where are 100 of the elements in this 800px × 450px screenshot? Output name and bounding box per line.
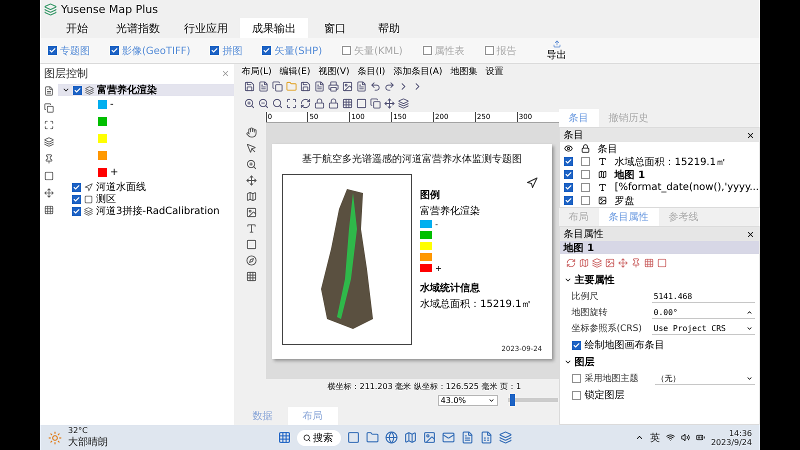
taskbar-app-icon[interactable] bbox=[442, 431, 455, 444]
tool-icon[interactable] bbox=[246, 191, 258, 202]
taskbar-app-icon[interactable] bbox=[385, 431, 398, 444]
checkbox[interactable] bbox=[572, 374, 581, 383]
item-row[interactable]: 地图 1 bbox=[560, 168, 759, 181]
editor-menu-item[interactable]: 布局(L) bbox=[242, 64, 272, 78]
toolbar-icon[interactable] bbox=[592, 258, 602, 268]
volume-icon[interactable] bbox=[680, 433, 690, 442]
toolbar-icon[interactable] bbox=[314, 98, 325, 109]
taskbar-app-icon[interactable] bbox=[480, 431, 493, 444]
tool-icon[interactable] bbox=[246, 223, 258, 234]
toolbar-icon[interactable] bbox=[384, 81, 395, 92]
close-icon[interactable] bbox=[746, 230, 755, 238]
toolbar-icon[interactable] bbox=[244, 81, 255, 92]
lock-checkbox[interactable] bbox=[580, 196, 590, 205]
editor-menu-item[interactable]: 设置 bbox=[485, 64, 504, 78]
layer-item[interactable]: 富营养化渲染 bbox=[58, 84, 234, 96]
layer-tool-icon[interactable] bbox=[44, 103, 54, 113]
lock-checkbox[interactable] bbox=[580, 183, 590, 192]
section-header[interactable]: 主要属性 bbox=[564, 273, 755, 287]
tool-icon[interactable] bbox=[246, 271, 258, 282]
value-field[interactable]: Use Project CRS bbox=[652, 322, 755, 334]
checkbox[interactable] bbox=[72, 194, 81, 204]
tool-icon[interactable] bbox=[246, 143, 258, 154]
lock-checkbox[interactable] bbox=[580, 170, 590, 179]
taskbar-app-icon[interactable] bbox=[404, 431, 417, 444]
toolbar-icon[interactable] bbox=[356, 98, 367, 109]
visibility-checkbox[interactable] bbox=[564, 157, 573, 166]
editor-menu-item[interactable]: 添加条目(A) bbox=[393, 64, 442, 78]
toolbar-icon[interactable] bbox=[604, 258, 615, 268]
visibility-checkbox[interactable] bbox=[564, 196, 573, 205]
menu-tab[interactable]: 开始 bbox=[50, 18, 104, 38]
checkbox[interactable] bbox=[110, 46, 119, 55]
toolbar-icon[interactable] bbox=[272, 81, 283, 92]
checkbox[interactable] bbox=[48, 46, 57, 55]
toolbar-icon[interactable] bbox=[342, 81, 353, 92]
close-icon[interactable] bbox=[746, 130, 755, 140]
taskbar-app-icon[interactable] bbox=[366, 431, 379, 444]
start-icon[interactable] bbox=[278, 431, 291, 444]
toolbar-icon[interactable] bbox=[398, 98, 409, 109]
layer-tool-icon[interactable] bbox=[44, 205, 54, 215]
toolbar-icon[interactable] bbox=[286, 98, 297, 109]
checkbox[interactable] bbox=[210, 46, 220, 55]
toolbar-icon[interactable] bbox=[630, 258, 641, 268]
menu-tab[interactable]: 成果输出 bbox=[240, 18, 308, 38]
taskbar-app-icon[interactable] bbox=[461, 431, 474, 444]
toolbar-icon[interactable] bbox=[244, 98, 255, 109]
toolbar-icon[interactable] bbox=[566, 258, 576, 268]
toolbar-icon[interactable] bbox=[578, 258, 589, 268]
tool-icon[interactable] bbox=[246, 159, 258, 170]
tool-icon[interactable] bbox=[246, 255, 258, 266]
toolbar-icon[interactable] bbox=[258, 98, 269, 109]
tool-icon[interactable] bbox=[246, 239, 258, 250]
layer-tool-icon[interactable] bbox=[44, 171, 54, 181]
taskbar-app-icon[interactable] bbox=[423, 431, 436, 444]
visibility-checkbox[interactable] bbox=[564, 170, 573, 179]
checkbox[interactable] bbox=[73, 86, 82, 94]
item-row[interactable]: 罗盘 bbox=[560, 194, 759, 207]
toolbar-icon[interactable] bbox=[300, 81, 311, 92]
checkbox[interactable] bbox=[72, 206, 81, 216]
menu-tab[interactable]: 窗口 bbox=[308, 18, 362, 38]
toolbar-icon[interactable] bbox=[370, 81, 381, 92]
battery-icon[interactable] bbox=[696, 433, 705, 442]
toolbar-icon[interactable] bbox=[384, 98, 395, 109]
tool-icon[interactable] bbox=[246, 207, 258, 218]
wifi-icon[interactable] bbox=[666, 433, 675, 442]
search-field[interactable]: 搜索 bbox=[297, 430, 341, 446]
toolbar-icon[interactable] bbox=[272, 98, 283, 109]
editor-menu-item[interactable]: 编辑(E) bbox=[280, 64, 310, 78]
item-row[interactable]: [%format_date(now(),'yyyy... bbox=[560, 181, 759, 194]
toolbar-icon[interactable] bbox=[328, 98, 339, 109]
toolbar-icon[interactable] bbox=[656, 258, 667, 268]
item-row[interactable]: 水域总面积：15219.1㎡ bbox=[560, 155, 759, 168]
layer-tool-icon[interactable] bbox=[44, 120, 54, 130]
checkbox[interactable] bbox=[262, 46, 272, 55]
section-header[interactable]: 图层 bbox=[564, 355, 755, 369]
editor-menu-item[interactable]: 视图(V) bbox=[318, 64, 350, 78]
editor-menu-item[interactable]: 地图集 bbox=[450, 64, 478, 78]
toolbar-icon[interactable] bbox=[356, 81, 367, 92]
toolbar-icon[interactable] bbox=[618, 258, 628, 268]
layer-tool-icon[interactable] bbox=[44, 188, 54, 198]
toolbar-icon[interactable] bbox=[370, 98, 381, 109]
export-button[interactable]: 导出 bbox=[546, 40, 567, 62]
value-field[interactable]: 0.00° bbox=[652, 306, 755, 318]
value-field[interactable]: 5141.468 bbox=[652, 290, 755, 302]
input-language[interactable]: 英 bbox=[650, 430, 660, 444]
visibility-checkbox[interactable] bbox=[564, 183, 573, 192]
taskbar-app-icon[interactable] bbox=[347, 431, 360, 444]
menu-tab[interactable]: 帮助 bbox=[362, 18, 416, 38]
tool-icon[interactable] bbox=[246, 127, 258, 138]
menu-tab[interactable]: 光谱指数 bbox=[104, 18, 172, 38]
taskbar-app-icon[interactable] bbox=[499, 431, 512, 444]
lock-checkbox[interactable] bbox=[580, 157, 590, 166]
toolbar-icon[interactable] bbox=[328, 81, 339, 92]
checkbox[interactable] bbox=[572, 340, 581, 350]
zoom-select[interactable]: 43.0% bbox=[438, 394, 498, 406]
editor-menu-item[interactable]: 条目(I) bbox=[358, 64, 386, 78]
layer-item[interactable]: 河道水面线 bbox=[58, 181, 234, 193]
tool-icon[interactable] bbox=[246, 175, 258, 186]
theme-select[interactable]: （无） bbox=[654, 372, 755, 384]
